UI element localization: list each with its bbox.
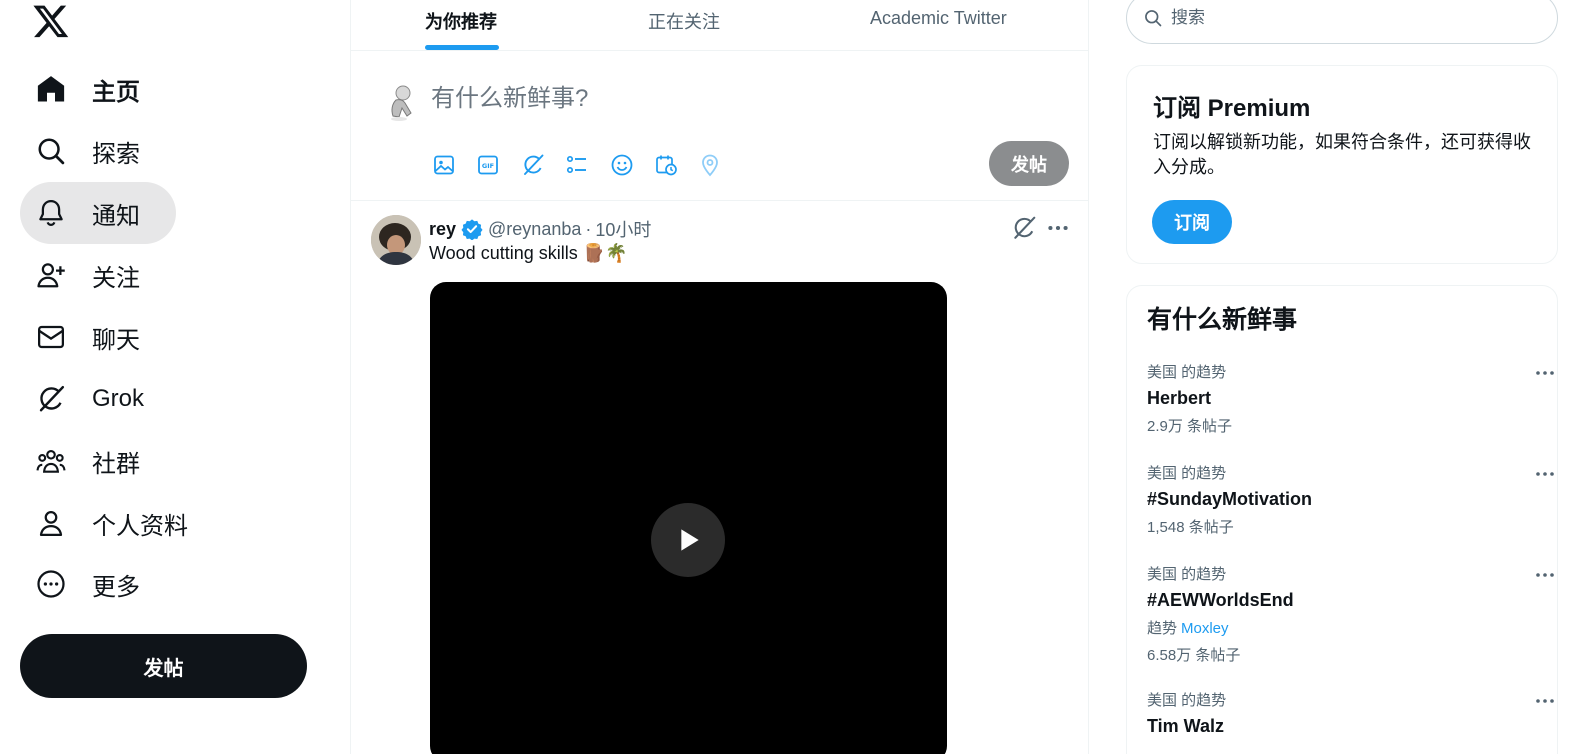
search-icon [34,134,68,168]
tab-following[interactable]: 正在关注 [648,0,720,51]
more-horizontal-icon[interactable] [1045,215,1071,241]
tweet-separator: · [585,218,592,239]
tweet-avatar[interactable] [371,215,421,265]
composer-input[interactable] [431,79,991,119]
more-horizontal-icon[interactable] [1533,462,1557,486]
trend-item[interactable]: 美国 的趋势 Herbert 2.9万 条帖子 [1147,361,1554,436]
grok-icon[interactable] [1011,215,1037,241]
trend-sub-prefix: 趋势 [1147,620,1178,637]
timeline-tabs: 为你推荐 正在关注 Academic Twitter [351,0,1088,51]
nav-item-notifications[interactable]: 通知 [20,182,176,244]
nav-item-communities[interactable]: 社群 [20,430,162,492]
trend-count: 1,548 条帖子 [1147,519,1234,536]
trend-name: #SundayMotivation [1147,489,1313,509]
trend-name: Tim Walz [1147,716,1225,736]
add-person-icon [34,258,68,292]
nav-label-communities: 社群 [92,450,140,478]
nav-label-profile: 个人资料 [92,512,188,540]
nav-label-more: 更多 [92,573,140,601]
trends-card: 有什么新鲜事 美国 的趋势 Herbert 2.9万 条帖子 美国 的趋势 #S… [1126,285,1558,754]
nav-item-home[interactable]: 主页 [20,58,162,120]
gif-icon[interactable]: GIF [474,151,502,179]
trend-item[interactable]: 美国 的趋势 #AEWWorldsEnd 趋势 Moxley 6.58万 条帖子 [1147,563,1554,665]
person-icon [34,506,68,540]
nav-label-grok: Grok [92,385,145,412]
nav-label-follow: 关注 [92,264,140,292]
play-button[interactable] [651,503,725,577]
trend-item[interactable]: 美国 的趋势 #SundayMotivation 1,548 条帖子 [1147,462,1554,537]
more-horizontal-icon[interactable] [1533,361,1557,385]
trend-context: 美国 的趋势 [1147,692,1227,709]
right-sidebar: 订阅 Premium 订阅以解锁新功能，如果符合条件，还可获得收入分成。 订阅 … [1089,0,1590,754]
app-root: 主页 探索 通知 关注 聊天 Grok 社群 个人资料 更多 发帖 为你推荐 正… [0,0,1590,754]
communities-icon [34,444,68,478]
mail-icon [34,320,68,354]
verified-badge-icon [461,219,483,240]
nav-label-chat: 聊天 [92,326,140,354]
tweet-video[interactable] [430,282,947,754]
nav-label-home: 主页 [92,78,140,106]
home-icon [34,72,68,106]
tweet-handle[interactable]: @reynanba [488,219,581,240]
main-timeline: 为你推荐 正在关注 Academic Twitter GIF [350,0,1089,754]
search-box[interactable] [1126,0,1558,44]
left-navigation: 主页 探索 通知 关注 聊天 Grok 社群 个人资料 更多 发帖 [0,0,350,754]
bell-icon [34,196,68,230]
trend-name: Herbert [1147,388,1212,408]
nav-label-explore: 探索 [92,140,140,168]
nav-item-profile[interactable]: 个人资料 [20,492,210,554]
search-icon [1145,10,1162,27]
nav-label-notifications: 通知 [92,202,140,230]
trend-count: 6.58万 条帖子 [1147,647,1241,664]
composer: GIF 发帖 [351,51,1088,201]
tweet-header: rey @reynanba · 10小时 [429,216,651,242]
trend-context: 美国 的趋势 [1147,465,1227,482]
image-icon[interactable] [430,151,458,179]
tweet-time[interactable]: 10小时 [595,216,651,242]
composer-post-button[interactable]: 发帖 [989,141,1069,186]
nav-item-follow[interactable]: 关注 [20,244,162,306]
schedule-icon[interactable] [652,151,680,179]
tab-academic-twitter[interactable]: Academic Twitter [870,0,1007,51]
grok-icon[interactable] [519,151,547,179]
trends-title: 有什么新鲜事 [1147,306,1298,334]
nav-item-more[interactable]: 更多 [20,553,162,615]
emoji-icon[interactable] [608,151,636,179]
trend-context: 美国 的趋势 [1147,364,1227,381]
premium-description: 订阅以解锁新功能，如果符合条件，还可获得收入分成。 [1153,132,1531,177]
trend-context: 美国 的趋势 [1147,566,1227,583]
grok-icon [34,382,68,416]
nav-item-grok[interactable]: Grok [20,368,166,430]
tab-for-you[interactable]: 为你推荐 [425,0,497,51]
premium-title: 订阅 Premium [1153,95,1311,122]
trend-name: #AEWWorldsEnd [1147,590,1294,610]
premium-card: 订阅 Premium 订阅以解锁新功能，如果符合条件，还可获得收入分成。 订阅 [1126,65,1558,264]
trend-item[interactable]: 美国 的趋势 Tim Walz [1147,689,1554,737]
trend-subtitle: 趋势 Moxley [1147,617,1547,638]
search-input[interactable] [1171,8,1531,28]
nav-item-chat[interactable]: 聊天 [20,306,162,368]
location-icon[interactable] [696,151,724,179]
x-logo-icon[interactable] [32,2,70,40]
play-icon [681,529,699,551]
more-horizontal-icon[interactable] [1533,563,1557,587]
nav-item-explore[interactable]: 探索 [20,120,162,182]
tweet-text: Wood cutting skills 🪵🌴 [429,243,628,263]
poll-icon[interactable] [563,151,591,179]
tweet[interactable]: rey @reynanba · 10小时 Wood cutting skills… [351,201,1088,754]
subscribe-button[interactable]: 订阅 [1152,200,1232,244]
composer-avatar[interactable] [378,80,422,124]
svg-text:GIF: GIF [482,162,494,170]
more-horizontal-icon[interactable] [1533,689,1557,713]
trend-count: 2.9万 条帖子 [1147,418,1233,435]
active-tab-indicator [425,45,499,50]
post-button[interactable]: 发帖 [20,634,307,698]
more-circle-icon [34,567,68,601]
tweet-author-name[interactable]: rey [429,219,456,240]
trend-related-link[interactable]: Moxley [1181,620,1229,637]
